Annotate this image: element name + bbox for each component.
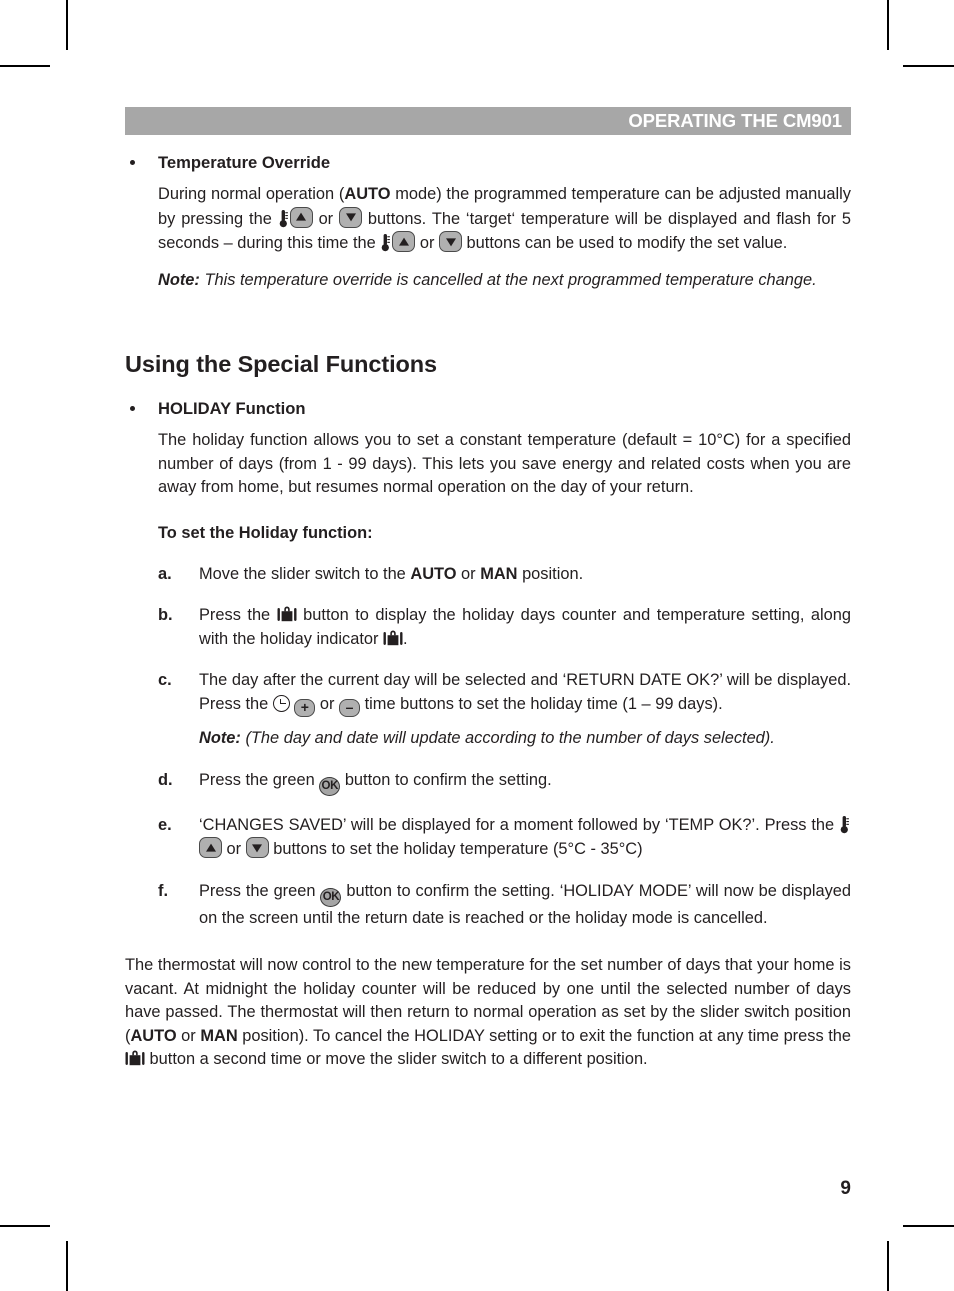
list-marker: a. [158,564,172,583]
note-label: Note: [199,729,241,747]
crop-mark-top-right-vertical [887,0,889,50]
text-frag: button a second time or move the slider … [145,1050,648,1068]
crop-mark-bottom-left-vertical [66,1241,68,1291]
subheading-to-set-holiday: To set the Holiday function: [158,523,373,542]
list-marker: e. [158,815,172,834]
crop-mark-top-right-horizontal [903,65,954,67]
up-arrow-button-icon [392,231,416,252]
text-frag: time buttons to set the holiday time (1 … [360,694,723,713]
ok-button-icon: OK [319,776,341,796]
thermometer-icon [278,209,289,228]
crop-mark-top-left-horizontal [0,65,50,67]
holiday-steps-list: a. Move the slider switch to the AUTO or … [158,563,851,931]
briefcase-holiday-icon [277,605,297,624]
crop-mark-bottom-right-horizontal [903,1225,954,1227]
list-marker: f. [158,881,169,900]
text-frag: or [315,694,340,713]
list-item: a. Move the slider switch to the AUTO or … [158,563,851,587]
page-title: Using the Special Functions [125,351,437,377]
text-frag: ‘CHANGES SAVED’ will be displayed for a … [199,815,839,834]
bullet-dot-icon [130,160,135,165]
bold-man: MAN [480,564,518,583]
list-item: b. Press the button to display the holida… [158,604,851,651]
thermometer-icon [380,233,391,252]
briefcase-holiday-icon [383,629,403,648]
down-arrow-button-icon [339,206,363,228]
bullet-dot-icon [130,406,135,411]
crop-mark-bottom-right-vertical [887,1241,889,1291]
down-arrow-button-icon [245,837,269,858]
ok-button-icon: OK [320,887,342,907]
running-header-bar: OPERATING THE CM901 [125,107,851,135]
list-item: c. The day after the current day will be … [158,669,851,751]
clock-icon [272,694,290,712]
note-body: (The day and date will update according … [240,729,775,747]
text-frag: buttons can be used to modify the set va… [462,234,788,252]
paragraph-temperature-override: During normal operation (AUTO mode) the … [158,183,851,256]
note-label: Note: [158,270,200,289]
crop-mark-bottom-left-horizontal [0,1225,50,1227]
text-frag: Press the [199,606,277,624]
bullet-holiday-function: HOLIDAY Function [125,398,851,420]
paragraph-holiday-closing: The thermostat will now control to the n… [125,954,851,1072]
thermometer-icon [839,815,850,834]
text-frag: position). To cancel the HOLIDAY setting… [237,1026,852,1045]
text-frag: Press the green [199,881,321,900]
bold-auto: AUTO [410,564,457,583]
text-frag: or [415,234,439,252]
text-frag: or [312,209,340,228]
up-arrow-button-icon [199,837,222,858]
text-frag: buttons to set the holiday temperature (… [268,840,643,858]
text-frag: or [456,564,481,583]
list-item: d. Press the green OK button to confirm t… [158,769,851,796]
note-day-date-update: Note: (The day and date will update acco… [199,727,851,751]
bold-auto: AUTO [130,1026,177,1045]
bullet-title-holiday-function: HOLIDAY Function [158,399,306,418]
up-arrow-button-icon [289,206,313,228]
text-frag: Move the slider switch to the [199,564,411,583]
text-frag: Press the green [199,770,320,789]
plus-button-icon: + [294,699,316,717]
text-frag: button to confirm the setting. [340,770,552,789]
note-body: This temperature override is cancelled a… [199,270,817,289]
minus-button-icon: – [339,699,361,717]
down-arrow-button-icon [439,231,462,252]
bullet-title-temperature-override: Temperature Override [158,153,331,172]
note-temperature-override: Note: This temperature override is cance… [158,269,851,293]
list-marker: d. [158,770,173,789]
text-frag: button to display the holiday days count… [199,606,851,648]
temperature-override-body: During normal operation (AUTO mode) the … [125,183,851,292]
text-frag: or [222,840,246,858]
text-frag: During normal operation ( [158,185,345,203]
list-marker: b. [158,606,173,624]
text-frag: position. [517,564,584,583]
list-marker: c. [158,671,172,689]
page-content: Temperature Override During normal opera… [125,152,851,1072]
text-frag: . [403,629,408,648]
running-header-title: OPERATING THE CM901 [628,109,842,131]
holiday-function-body: The holiday function allows you to set a… [125,429,851,930]
bold-man: MAN [200,1026,238,1045]
bullet-temperature-override: Temperature Override [125,152,851,174]
text-frag: or [176,1026,201,1045]
briefcase-holiday-icon [125,1049,145,1068]
paragraph-holiday-intro: The holiday function allows you to set a… [158,431,851,496]
bold-auto: AUTO [344,185,391,203]
crop-mark-top-left-vertical [66,0,68,50]
list-item: f. Press the green OK button to confirm t… [158,880,851,931]
page-number: 9 [840,1178,851,1199]
list-item: e. ‘CHANGES SAVED’ will be displayed for … [158,814,851,862]
